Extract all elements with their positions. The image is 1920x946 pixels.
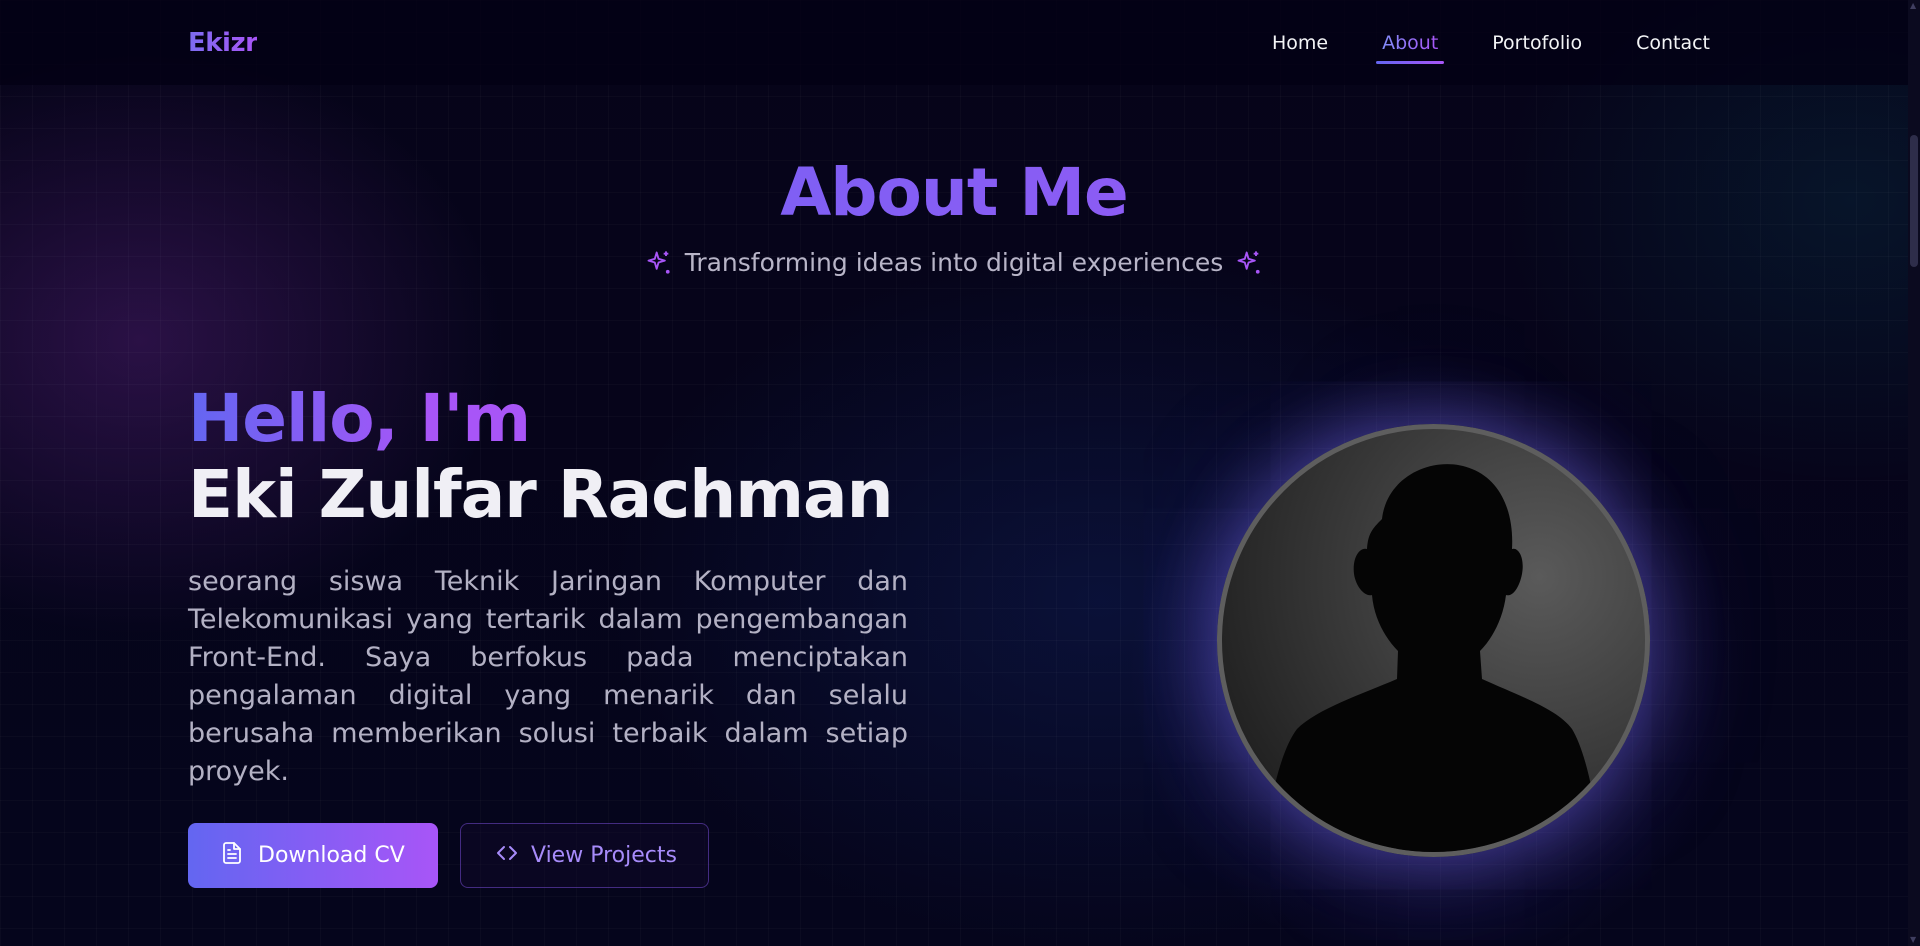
profile-photo bbox=[1217, 424, 1650, 857]
nav-link-home[interactable]: Home bbox=[1272, 32, 1328, 54]
view-projects-label: View Projects bbox=[531, 843, 677, 868]
name-heading: Eki Zulfar Rachman bbox=[188, 456, 894, 533]
section-subtitle-row: Transforming ideas into digital experien… bbox=[0, 248, 1908, 277]
nav-link-about[interactable]: About bbox=[1376, 32, 1445, 64]
code-icon bbox=[493, 841, 521, 871]
navbar: Ekizr Home About Portofolio Contact bbox=[0, 0, 1908, 85]
nav-link-portofolio[interactable]: Portofolio bbox=[1492, 32, 1582, 54]
scrollbar[interactable]: ▲ ▼ bbox=[1908, 0, 1920, 946]
section-subtitle: Transforming ideas into digital experien… bbox=[684, 248, 1224, 277]
file-icon bbox=[220, 840, 244, 872]
cta-buttons: Download CV View Projects bbox=[188, 823, 709, 888]
download-cv-label: Download CV bbox=[258, 843, 405, 868]
nav-link-contact[interactable]: Contact bbox=[1636, 32, 1710, 54]
bio-text: seorang siswa Teknik Jaringan Komputer d… bbox=[188, 566, 908, 787]
nav-links: Home About Portofolio Contact bbox=[1272, 0, 1710, 85]
view-projects-button[interactable]: View Projects bbox=[460, 823, 709, 888]
person-silhouette-icon bbox=[1262, 464, 1602, 852]
site-logo[interactable]: Ekizr bbox=[188, 28, 258, 58]
greeting-heading: Hello, I'm bbox=[188, 380, 531, 457]
scroll-down-arrow-icon[interactable]: ▼ bbox=[1910, 936, 1918, 944]
section-title: About Me bbox=[0, 160, 1908, 226]
sparkle-icon bbox=[645, 249, 673, 277]
scrollbar-thumb[interactable] bbox=[1910, 135, 1918, 267]
download-cv-button[interactable]: Download CV bbox=[188, 823, 438, 888]
scroll-up-arrow-icon[interactable]: ▲ bbox=[1910, 2, 1918, 10]
sparkle-icon bbox=[1235, 249, 1263, 277]
